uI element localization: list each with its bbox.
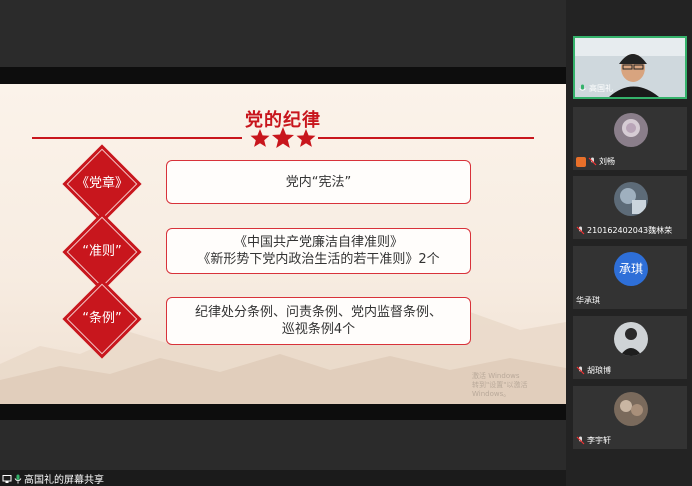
participant-name: 华承琪 [576, 296, 600, 305]
title-rule-left [32, 137, 242, 139]
mic-muted-icon [576, 436, 585, 445]
avatar [614, 182, 648, 216]
participant-name: 胡琅博 [576, 365, 611, 376]
participant-name: 210162402043魏林荣 [576, 225, 672, 236]
diamond-tag-tiaoli: “条例” [62, 279, 142, 359]
content-box-dangzhang: 党内“宪法” [166, 160, 471, 204]
participant-tile[interactable]: 刘畅 [573, 107, 687, 170]
participant-name: 刘畅 [576, 156, 615, 167]
content-box-zhunze: 《中国共产党廉洁自律准则》 《新形势下党内政治生活的若干准则》2个 [166, 228, 471, 274]
avatar [614, 392, 648, 426]
content-line: 纪律处分条例、问责条例、党内监督条例、 [194, 305, 442, 320]
mic-muted-icon [588, 157, 597, 166]
windows-activation-watermark: 激活 Windows 转到"设置"以激活 Windows。 [472, 372, 528, 398]
tag-label: “条例” [82, 311, 122, 326]
participant-name: 李宇轩 [576, 435, 611, 446]
content-line: 《中国共产党廉洁自律准则》 [233, 235, 403, 250]
participant-name: 高国礼 [578, 83, 613, 94]
slide-letterbox-top [0, 67, 566, 84]
microphone-icon [579, 84, 586, 91]
participant-tile[interactable]: 承琪 华承琪 [573, 246, 687, 309]
user-badge-icon [576, 156, 586, 167]
content-line: 《新形势下党内政治生活的若干准则》2个 [197, 252, 440, 267]
participant-tile-active[interactable]: 高国礼 [573, 36, 687, 99]
content-box-tiaoli: 纪律处分条例、问责条例、党内监督条例、 巡视条例4个 [166, 297, 471, 345]
monitor-icon [2, 474, 12, 483]
mic-muted-icon [576, 226, 585, 235]
mic-muted-icon [576, 366, 585, 375]
microphone-icon [14, 474, 22, 483]
title-rule-right [318, 137, 534, 139]
three-stars-icon [250, 127, 316, 148]
screen-share-label: 高国礼的屏幕共享 [2, 471, 104, 486]
content-line: 巡视条例4个 [281, 322, 356, 337]
shared-slide: 党的纪律 《党章》 党内“宪法” “准则” 《中国共产党廉洁自律准则》 《新形势… [0, 84, 566, 404]
avatar [614, 113, 648, 147]
slide-letterbox-bottom [0, 404, 566, 420]
participant-tile[interactable]: 李宇轩 [573, 386, 687, 449]
avatar [614, 322, 648, 356]
avatar-initials: 承琪 [614, 252, 648, 286]
participant-tile[interactable]: 210162402043魏林荣 [573, 176, 687, 239]
participant-tile[interactable]: 胡琅博 [573, 316, 687, 379]
content-line: 党内“宪法” [285, 174, 352, 190]
